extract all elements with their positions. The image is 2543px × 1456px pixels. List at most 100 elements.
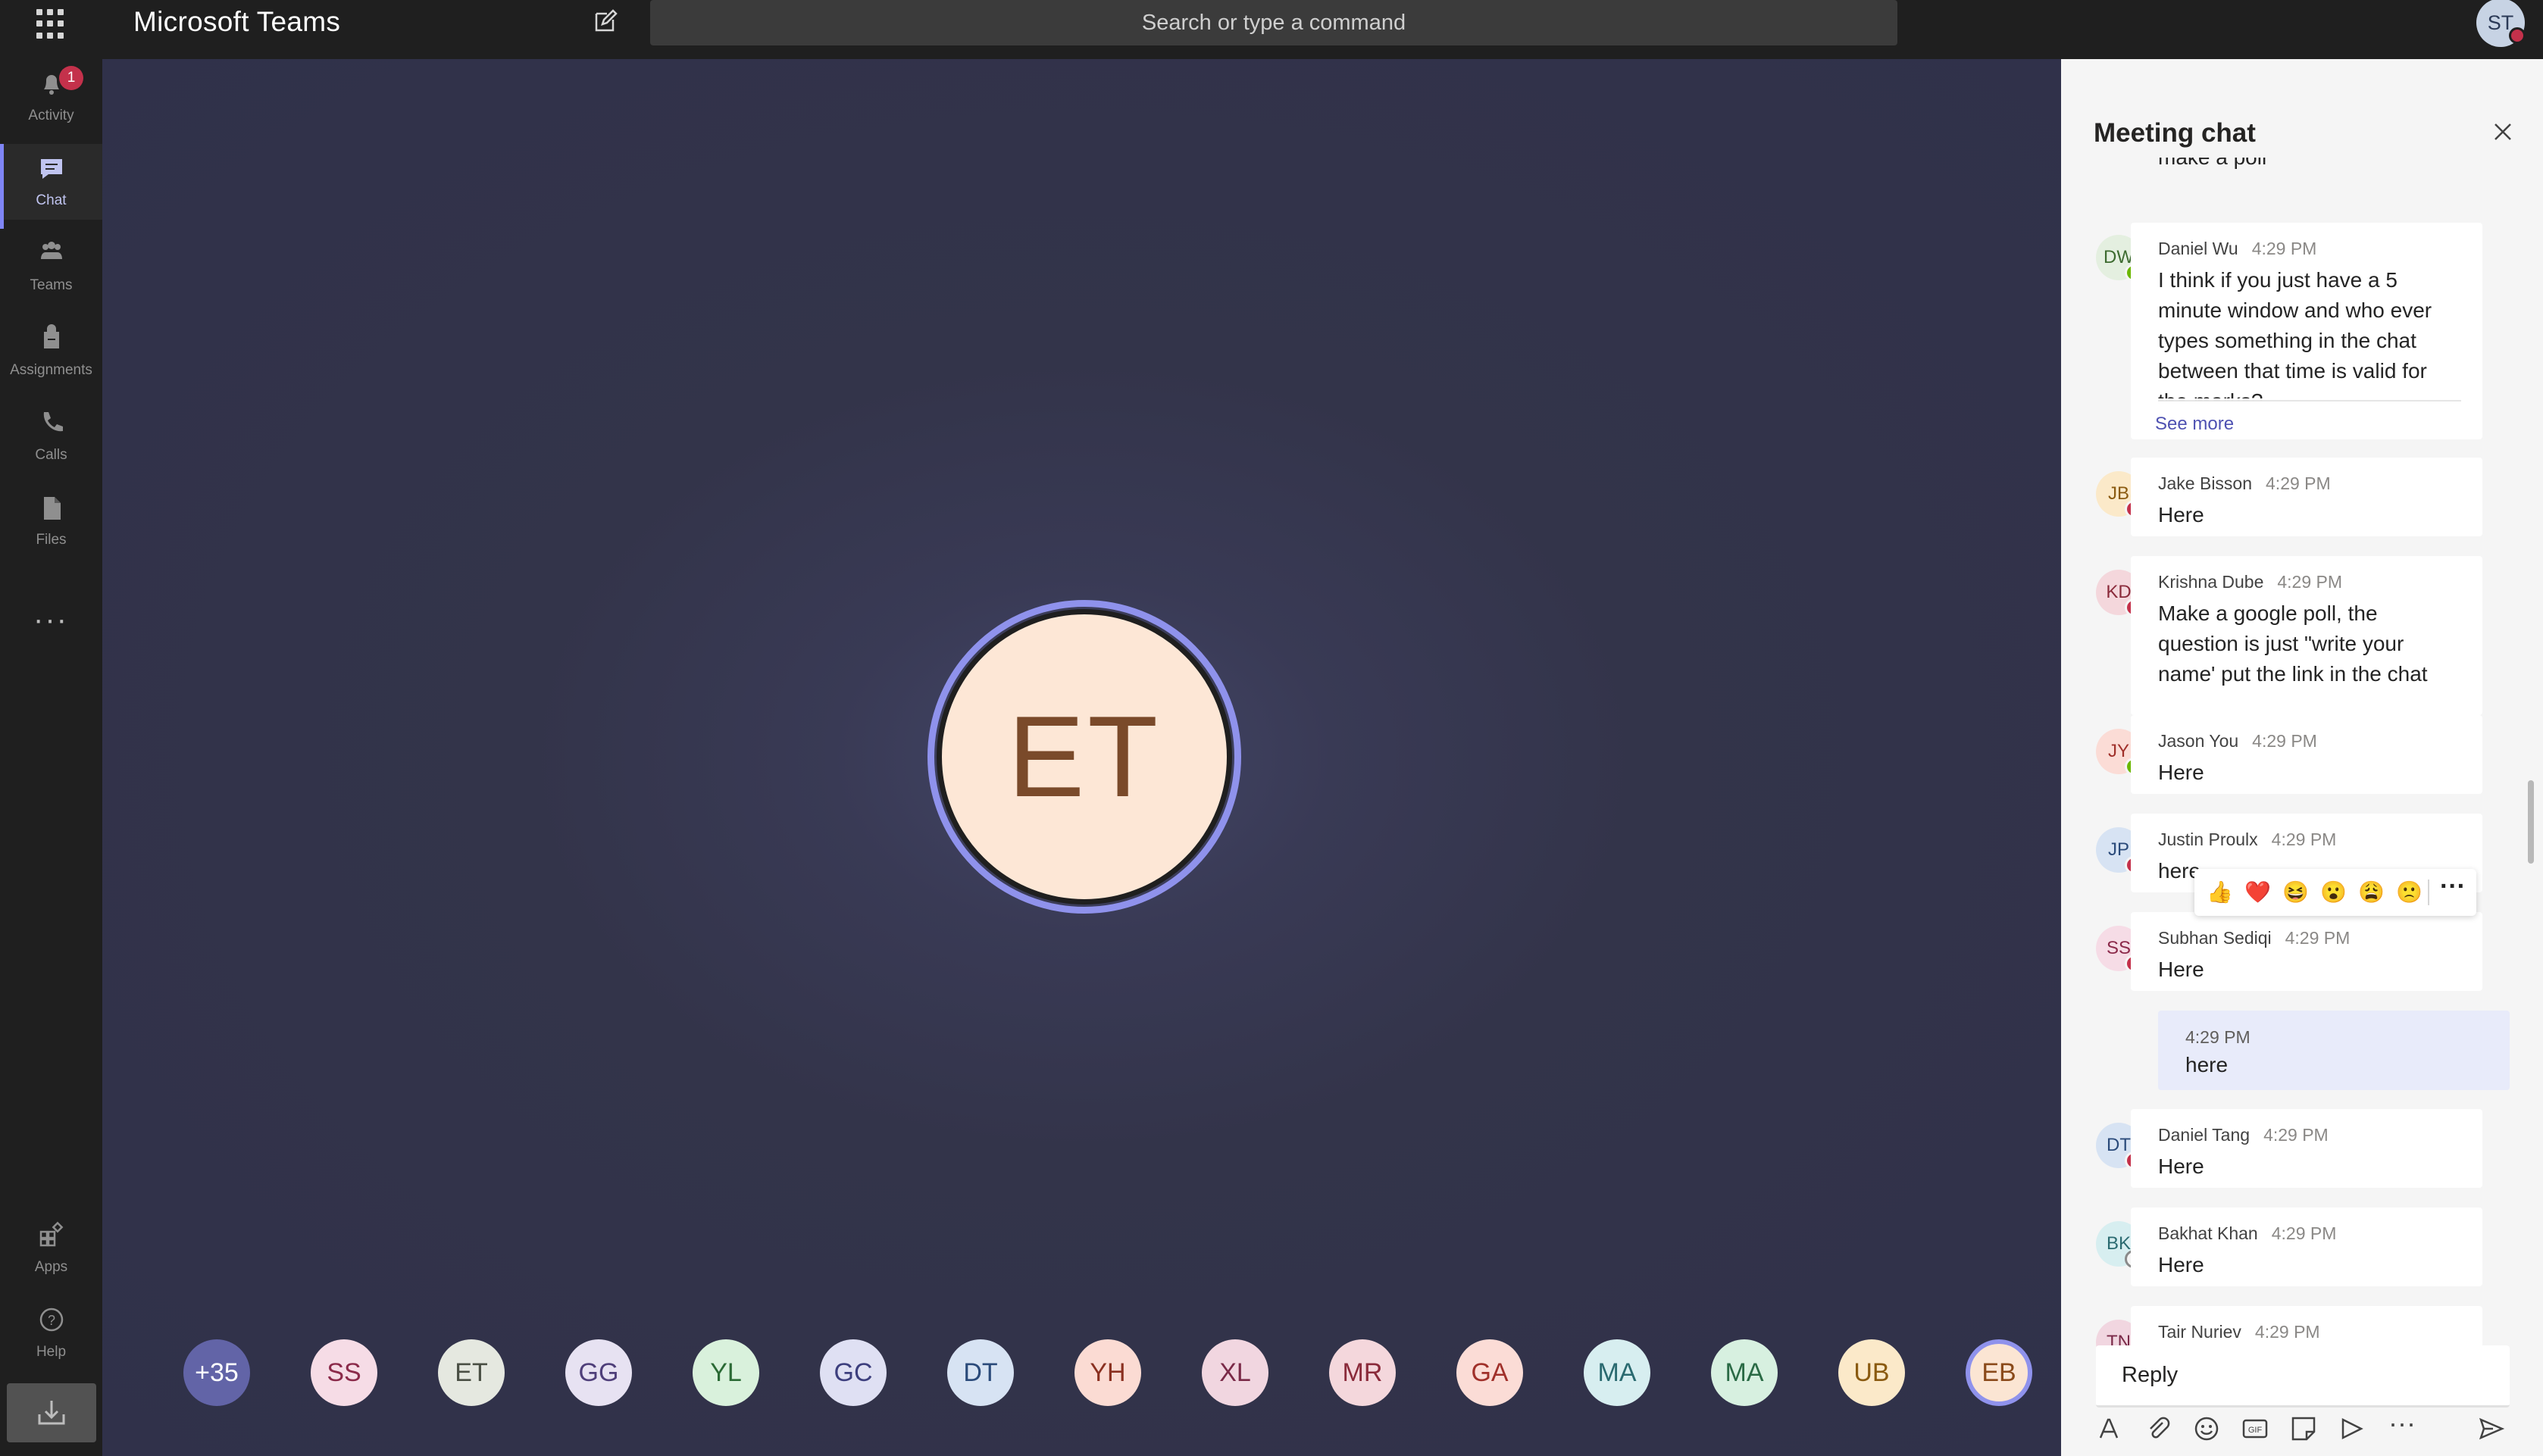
chat-scrollbar[interactable]	[2528, 780, 2534, 864]
participant-strip: +35 SS ET GG YL GC DT YH XL MR GA MA MA UB EB	[102, 1339, 2061, 1415]
message-text: here	[2185, 1053, 2229, 1076]
chat-panel-title: Meeting chat	[2094, 118, 2256, 148]
sender-name: Krishna Dube	[2158, 572, 2264, 592]
send-icon[interactable]	[2478, 1415, 2505, 1442]
message-text: Here	[2158, 1154, 2204, 1178]
clipped-message: make a poll	[2131, 158, 2482, 177]
reaction-bar: 👍 ❤️ 😆 😮 😩 🙁 ···	[2194, 869, 2476, 916]
reply-input[interactable]: Reply	[2096, 1345, 2510, 1408]
message-time: 4:29 PM	[2185, 1027, 2251, 1047]
participant-avatar[interactable]: GC	[820, 1339, 887, 1406]
rail-label: Activity	[28, 108, 74, 123]
rail-item-activity[interactable]: 1 Activity	[0, 59, 102, 135]
own-message[interactable]: 4:29 PM here	[2158, 1011, 2510, 1090]
gif-icon[interactable]: GIF	[2241, 1415, 2269, 1442]
message-header: Justin Proulx 4:29 PM	[2158, 830, 2336, 850]
more-apps-icon[interactable]: ···	[33, 603, 68, 637]
sender-name: Jason You	[2158, 731, 2239, 751]
chat-message[interactable]: Daniel Tang 4:29 PM Here	[2131, 1109, 2482, 1188]
more-options-icon[interactable]: ···	[2388, 1408, 2416, 1439]
message-time: 4:29 PM	[2263, 1125, 2329, 1145]
chat-message[interactable]: Bakhat Khan 4:29 PM Here	[2131, 1208, 2482, 1286]
participant-avatar[interactable]: MA	[1711, 1339, 1778, 1406]
message-time: 4:29 PM	[2271, 1223, 2337, 1243]
chat-message[interactable]: Jake Bisson 4:29 PM Here	[2131, 458, 2482, 536]
participant-avatar[interactable]: GA	[1456, 1339, 1523, 1406]
message-time: 4:29 PM	[2277, 572, 2343, 592]
app-launcher-icon[interactable]	[36, 6, 67, 39]
sender-name: Daniel Tang	[2158, 1125, 2251, 1145]
participant-avatar[interactable]: GG	[565, 1339, 632, 1406]
sad-reaction-icon[interactable]: 😩	[2358, 880, 2385, 905]
participant-avatar[interactable]: MA	[1584, 1339, 1650, 1406]
activity-badge: 1	[59, 66, 83, 90]
active-speaker-avatar[interactable]: ET	[937, 609, 1232, 905]
message-text: Here	[2158, 958, 2204, 981]
emoji-icon[interactable]	[2193, 1415, 2220, 1442]
angry-reaction-icon[interactable]: 🙁	[2396, 880, 2423, 905]
meet-now-icon[interactable]	[2338, 1415, 2366, 1442]
message-time: 4:29 PM	[2271, 830, 2337, 849]
divider	[2158, 400, 2461, 401]
laugh-reaction-icon[interactable]: 😆	[2282, 880, 2309, 905]
sender-name: Daniel Wu	[2158, 239, 2238, 258]
participant-avatar[interactable]: EB	[1966, 1339, 2032, 1406]
attach-icon[interactable]	[2144, 1415, 2172, 1442]
busy-status-indicator	[2509, 27, 2526, 44]
like-reaction-icon[interactable]: 👍	[2207, 880, 2233, 905]
participant-avatar[interactable]: YH	[1074, 1339, 1141, 1406]
participant-avatar[interactable]: XL	[1202, 1339, 1268, 1406]
sender-name: Subhan Sediqi	[2158, 928, 2272, 948]
download-app-button[interactable]	[7, 1383, 96, 1442]
chat-message[interactable]: Krishna Dube 4:29 PM Make a google poll, t…	[2131, 556, 2482, 715]
message-text: Here	[2158, 1253, 2204, 1276]
new-chat-icon[interactable]	[593, 9, 618, 33]
rail-label: Teams	[30, 277, 73, 293]
participant-avatar[interactable]: +35	[183, 1339, 250, 1406]
message-header: Subhan Sediqi 4:29 PM	[2158, 928, 2350, 948]
rail-item-apps[interactable]: Apps	[0, 1211, 102, 1286]
participant-avatar[interactable]: DT	[947, 1339, 1014, 1406]
message-time: 4:29 PM	[2266, 473, 2331, 493]
sticker-icon[interactable]	[2290, 1415, 2317, 1442]
chat-icon	[41, 159, 62, 179]
participant-avatar[interactable]: YL	[693, 1339, 759, 1406]
message-header: Krishna Dube 4:29 PM	[2158, 572, 2342, 592]
search-input[interactable]: Search or type a command	[650, 0, 1897, 45]
rail-item-calls[interactable]: Calls	[0, 398, 102, 474]
chat-message[interactable]: Daniel Wu 4:29 PM I think if you just have…	[2131, 223, 2482, 439]
rail-item-teams[interactable]: Teams	[0, 229, 102, 305]
rail-label: Files	[36, 532, 67, 548]
rail-label: Apps	[34, 1259, 68, 1275]
composer-toolbar: GIF ···	[2096, 1408, 2520, 1450]
rail-item-files[interactable]: Files	[0, 483, 102, 559]
assignments-icon	[44, 324, 59, 348]
rail-item-assignments[interactable]: Assignments	[0, 314, 102, 389]
app-title: Microsoft Teams	[133, 6, 341, 37]
download-icon	[38, 1401, 65, 1425]
message-header: Bakhat Khan 4:29 PM	[2158, 1223, 2336, 1244]
message-text: I think if you just have a 5 minute wind…	[2158, 268, 2432, 398]
surprised-reaction-icon[interactable]: 😮	[2320, 880, 2347, 905]
close-icon[interactable]	[2491, 120, 2515, 144]
more-options-icon[interactable]: ···	[2440, 872, 2466, 901]
meeting-stage: ET +35 SS ET GG YL GC DT YH XL MR GA MA MA UB EB	[102, 59, 2061, 1456]
message-header: Jake Bisson 4:29 PM	[2158, 473, 2331, 494]
sender-name: Justin Proulx	[2158, 830, 2258, 849]
participant-avatar[interactable]: SS	[311, 1339, 377, 1406]
see-more-link[interactable]: See more	[2155, 414, 2234, 435]
chat-message[interactable]: Subhan Sediqi 4:29 PM Here	[2131, 912, 2482, 991]
rail-item-help[interactable]: ? Help	[0, 1295, 102, 1371]
format-icon[interactable]	[2096, 1415, 2123, 1442]
chat-message[interactable]: Jason You 4:29 PM Here	[2131, 715, 2482, 794]
rail-item-chat[interactable]: Chat	[0, 144, 102, 229]
participant-avatar[interactable]: ET	[438, 1339, 505, 1406]
divider	[2428, 880, 2429, 905]
svg-text:GIF: GIF	[2248, 1426, 2263, 1435]
heart-reaction-icon[interactable]: ❤️	[2244, 880, 2271, 905]
participant-avatar[interactable]: UB	[1838, 1339, 1905, 1406]
teams-icon	[41, 242, 62, 259]
message-time: 4:29 PM	[2251, 239, 2317, 258]
message-text: Here	[2158, 503, 2204, 526]
participant-avatar[interactable]: MR	[1329, 1339, 1396, 1406]
